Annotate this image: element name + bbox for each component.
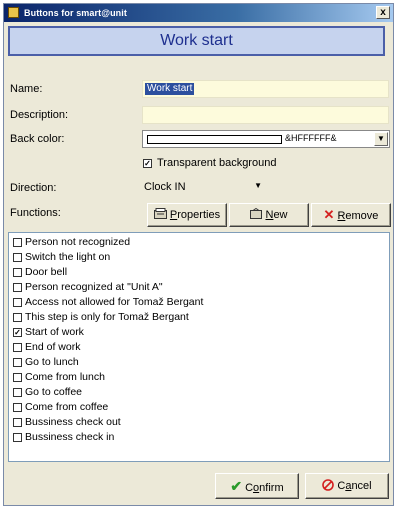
direction-value: Clock IN	[144, 181, 186, 193]
list-item-label: Access not allowed for Tomaž Bergant	[25, 296, 204, 308]
transparent-background-checkbox[interactable]: ✓ Transparent background	[143, 157, 276, 169]
checkbox-icon[interactable]	[13, 387, 22, 397]
list-item-label: Person recognized at "Unit A"	[25, 281, 163, 293]
checkbox-icon[interactable]	[13, 342, 22, 352]
checkbox-icon[interactable]	[13, 312, 22, 322]
list-item-label: Come from coffee	[25, 401, 109, 413]
checkbox-icon[interactable]	[13, 357, 22, 367]
list-item-label: Go to lunch	[25, 356, 79, 368]
functions-label: Functions:	[10, 207, 61, 219]
list-item[interactable]: Go to coffee	[13, 385, 389, 400]
window-title: Buttons for smart@unit	[24, 8, 127, 18]
color-swatch	[147, 135, 282, 144]
checkbox-icon[interactable]	[13, 432, 22, 442]
checkbox-icon[interactable]: ✓	[13, 327, 22, 337]
description-field[interactable]	[142, 106, 389, 124]
cancel-icon	[322, 479, 335, 491]
back-color-select[interactable]: &HFFFFFF& ▼	[142, 130, 390, 148]
checkbox-icon[interactable]	[13, 267, 22, 277]
list-item-label: This step is only for Tomaž Bergant	[25, 311, 189, 323]
list-item[interactable]: This step is only for Tomaž Bergant	[13, 310, 389, 325]
list-item[interactable]: Door bell	[13, 265, 389, 280]
list-item[interactable]: Come from lunch	[13, 370, 389, 385]
checkbox-icon[interactable]	[13, 252, 22, 262]
new-label: ew	[273, 209, 288, 221]
properties-icon	[153, 208, 167, 219]
app-icon	[8, 7, 19, 18]
confirm-label: nfirm	[259, 482, 284, 494]
page-title: Work start	[8, 26, 385, 56]
transparent-background-label: Transparent background	[157, 157, 277, 170]
list-item[interactable]: Access not allowed for Tomaž Bergant	[13, 295, 389, 310]
functions-list[interactable]: Person not recognized Switch the light on…	[8, 232, 390, 462]
list-item[interactable]: Switch the light on	[13, 250, 389, 265]
list-item-label: Person not recognized	[25, 236, 131, 248]
checkbox-icon[interactable]	[13, 372, 22, 382]
properties-button[interactable]: Properties	[147, 203, 227, 227]
cancel-label: ncel	[351, 480, 372, 492]
dropdown-arrow-icon[interactable]: ▼	[374, 132, 388, 146]
new-button[interactable]: New	[229, 203, 309, 227]
name-value: Work start	[145, 83, 195, 95]
checkmark-icon: ✔	[230, 478, 243, 494]
list-item-label: Door bell	[25, 266, 68, 278]
cancel-button[interactable]: Cancel	[305, 473, 389, 499]
back-color-label: Back color:	[10, 133, 65, 145]
checkbox-icon[interactable]	[13, 282, 22, 292]
back-color-value: &HFFFFFF&	[285, 133, 337, 143]
list-item-label: Bussiness check out	[25, 416, 121, 428]
list-item-label: Bussiness check in	[25, 431, 115, 443]
remove-label: emove	[345, 210, 379, 222]
list-item-label: End of work	[25, 341, 81, 353]
list-item-label: Start of work	[25, 326, 84, 338]
remove-button[interactable]: ✕ Remove	[311, 203, 391, 227]
checkbox-icon[interactable]	[13, 417, 22, 427]
close-icon[interactable]: x	[376, 6, 390, 19]
list-item[interactable]: Come from coffee	[13, 400, 389, 415]
list-item[interactable]: ✓ Start of work	[13, 325, 389, 340]
list-item[interactable]: Go to lunch	[13, 355, 389, 370]
remove-icon: ✕	[323, 207, 335, 222]
list-item-label: Switch the light on	[25, 251, 111, 263]
checkbox-icon[interactable]	[13, 402, 22, 412]
confirm-button[interactable]: ✔ Confirm	[215, 473, 299, 499]
list-item[interactable]: Bussiness check in	[13, 430, 389, 445]
new-icon	[250, 208, 263, 219]
description-label: Description:	[10, 109, 69, 121]
list-item[interactable]: Person not recognized	[13, 235, 389, 250]
checkbox-icon[interactable]	[13, 237, 22, 247]
confirm-prefix: C	[245, 482, 254, 494]
title-bar[interactable]: Buttons for smart@unit x	[4, 4, 393, 22]
list-item[interactable]: End of work	[13, 340, 389, 355]
name-label: Name:	[10, 83, 43, 95]
list-item[interactable]: Bussiness check out	[13, 415, 389, 430]
name-field[interactable]: Work start	[142, 80, 389, 98]
direction-label: Direction:	[10, 182, 57, 194]
list-item-label: Go to coffee	[25, 386, 83, 398]
checkbox-icon[interactable]	[13, 297, 22, 307]
list-item-label: Come from lunch	[25, 371, 105, 383]
list-item[interactable]: Person recognized at "Unit A"	[13, 280, 389, 295]
properties-label: roperties	[177, 209, 221, 221]
direction-select[interactable]: Clock IN ▼	[142, 179, 266, 196]
dropdown-arrow-icon[interactable]: ▼	[254, 181, 262, 190]
checkbox-icon[interactable]: ✓	[143, 158, 152, 168]
